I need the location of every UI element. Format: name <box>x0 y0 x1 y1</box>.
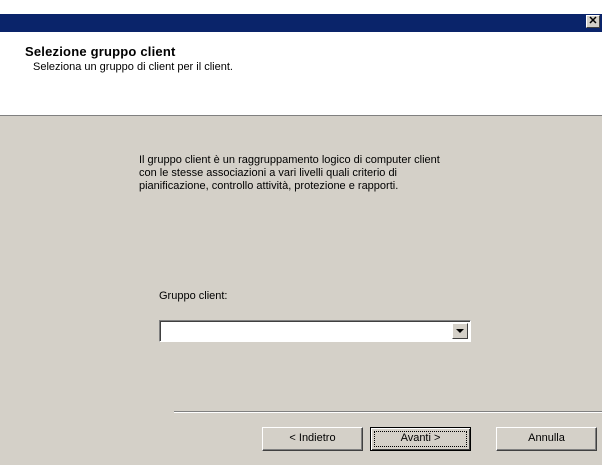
client-group-label: Gruppo client: <box>159 290 228 302</box>
page-title: Selezione gruppo client <box>25 44 176 59</box>
description-line: Il gruppo client è un raggruppamento log… <box>139 154 440 166</box>
back-button[interactable]: < Indietro <box>262 427 363 451</box>
description-text: Il gruppo client è un raggruppamento log… <box>139 154 519 193</box>
client-group-select[interactable] <box>159 320 471 342</box>
button-separator <box>174 411 602 413</box>
outer-frame <box>0 0 602 14</box>
description-line: pianificazione, controllo attività, prot… <box>139 180 399 192</box>
back-button-label: < Indietro <box>289 432 336 444</box>
dropdown-arrow-icon[interactable] <box>452 323 468 339</box>
title-bar: ✕ <box>0 14 602 32</box>
close-button[interactable]: ✕ <box>586 15 600 28</box>
next-button[interactable]: Avanti > <box>370 427 471 451</box>
next-button-label: Avanti > <box>400 432 441 444</box>
close-icon: ✕ <box>588 15 598 27</box>
description-line: con le stesse associazioni a vari livell… <box>139 167 398 179</box>
cancel-button[interactable]: Annulla <box>496 427 597 451</box>
wizard-content: Il gruppo client è un raggruppamento log… <box>0 116 602 465</box>
wizard-header: Selezione gruppo client Seleziona un gru… <box>0 32 602 116</box>
cancel-button-label: Annulla <box>528 432 565 444</box>
page-subtitle: Seleziona un gruppo di client per il cli… <box>33 61 233 73</box>
